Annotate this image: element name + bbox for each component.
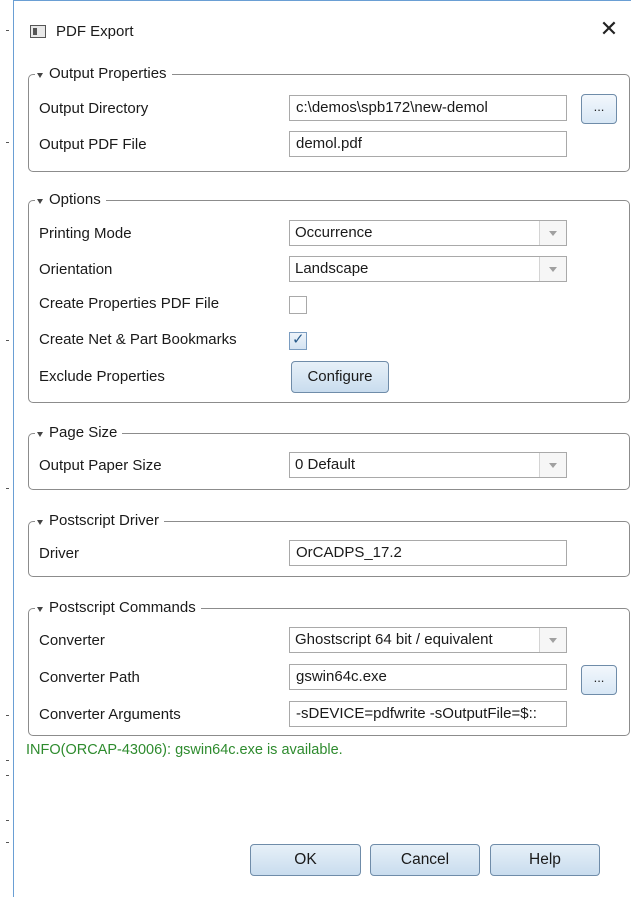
- options-legend[interactable]: Options: [35, 191, 106, 209]
- converter-select[interactable]: Ghostscript 64 bit / equivalent: [289, 627, 567, 653]
- collapse-triangle-icon[interactable]: [37, 198, 43, 204]
- output-pdf-input[interactable]: demol.pdf: [289, 131, 567, 157]
- checkmark-icon: ✓: [292, 330, 305, 348]
- title-bar[interactable]: PDF Export ✕: [14, 1, 631, 57]
- chevron-down-icon: [549, 231, 557, 236]
- postscript-driver-group: Postscript Driver Driver OrCADPS_17.2: [28, 512, 630, 577]
- postscript-commands-title: Postscript Commands: [49, 599, 196, 616]
- exclude-properties-label: Exclude Properties: [39, 368, 165, 385]
- help-button[interactable]: Help: [490, 844, 600, 876]
- background-tick: [6, 142, 9, 143]
- output-paper-size-value: 0 Default: [295, 456, 356, 473]
- create-bookmarks-checkbox[interactable]: ✓: [289, 330, 307, 350]
- output-paper-size-label: Output Paper Size: [39, 457, 162, 474]
- output-pdf-label: Output PDF File: [39, 136, 147, 153]
- page-size-legend[interactable]: Page Size: [35, 424, 123, 442]
- page-size-group: Page Size Output Paper Size 0 Default: [28, 424, 630, 490]
- output-properties-title: Output Properties: [49, 65, 167, 82]
- background-tick: [6, 820, 9, 821]
- background-tick: [6, 842, 9, 843]
- printing-mode-dropdown-button[interactable]: [539, 221, 566, 245]
- printing-mode-label: Printing Mode: [39, 225, 132, 242]
- output-properties-legend[interactable]: Output Properties: [35, 65, 172, 83]
- background-tick: [6, 30, 9, 31]
- converter-label: Converter: [39, 632, 105, 649]
- output-directory-input[interactable]: c:\demos\spb172\new-demol: [289, 95, 567, 121]
- background-tick: [6, 760, 9, 761]
- converter-path-label: Converter Path: [39, 669, 140, 686]
- create-properties-pdf-checkbox[interactable]: [289, 296, 307, 314]
- driver-input[interactable]: OrCADPS_17.2: [289, 540, 567, 566]
- collapse-triangle-icon[interactable]: [37, 519, 43, 525]
- postscript-driver-title: Postscript Driver: [49, 512, 160, 529]
- configure-button[interactable]: Configure: [291, 361, 389, 393]
- orientation-value: Landscape: [295, 260, 369, 277]
- chevron-down-icon: [549, 638, 557, 643]
- cancel-button[interactable]: Cancel: [370, 844, 480, 876]
- background-tick: [6, 775, 9, 776]
- postscript-commands-legend[interactable]: Postscript Commands: [35, 599, 201, 617]
- ok-button[interactable]: OK: [250, 844, 361, 876]
- output-paper-size-select[interactable]: 0 Default: [289, 452, 567, 478]
- options-title: Options: [49, 191, 101, 208]
- collapse-triangle-icon[interactable]: [37, 606, 43, 612]
- pdf-export-window-icon: [30, 25, 46, 38]
- page: PDF Export ✕ Output Properties Output Di…: [0, 0, 631, 897]
- chevron-down-icon: [549, 463, 557, 468]
- close-icon[interactable]: ✕: [597, 18, 621, 42]
- collapse-triangle-icon[interactable]: [37, 72, 43, 78]
- window-title: PDF Export: [56, 23, 134, 40]
- converter-value: Ghostscript 64 bit / equivalent: [295, 631, 493, 648]
- output-directory-label: Output Directory: [39, 100, 149, 117]
- converter-path-input[interactable]: gswin64c.exe: [289, 664, 567, 690]
- collapse-triangle-icon[interactable]: [37, 431, 43, 437]
- postscript-commands-group: Postscript Commands Converter Ghostscrip…: [28, 599, 630, 736]
- create-properties-pdf-label: Create Properties PDF File: [39, 295, 220, 312]
- converter-path-browse-button[interactable]: ...: [581, 665, 617, 695]
- postscript-driver-legend[interactable]: Postscript Driver: [35, 512, 165, 530]
- orientation-label: Orientation: [39, 261, 113, 278]
- page-size-title: Page Size: [49, 424, 118, 441]
- background-tick: [6, 715, 9, 716]
- driver-label: Driver: [39, 545, 79, 562]
- options-group: Options Printing Mode Occurrence Orienta…: [28, 191, 630, 403]
- output-properties-group: Output Properties Output Directory c:\de…: [28, 65, 630, 172]
- status-info-message: INFO(ORCAP-43006): gswin64c.exe is avail…: [26, 742, 343, 758]
- converter-dropdown-button[interactable]: [539, 628, 566, 652]
- orientation-dropdown-button[interactable]: [539, 257, 566, 281]
- background-window-edge: [0, 0, 13, 897]
- printing-mode-select[interactable]: Occurrence: [289, 220, 567, 246]
- printing-mode-value: Occurrence: [295, 224, 373, 241]
- output-directory-browse-button[interactable]: ...: [581, 94, 617, 124]
- background-tick: [6, 488, 9, 489]
- chevron-down-icon: [549, 267, 557, 272]
- output-paper-size-dropdown-button[interactable]: [539, 453, 566, 477]
- create-bookmarks-label: Create Net & Part Bookmarks: [39, 331, 237, 348]
- converter-arguments-label: Converter Arguments: [39, 706, 181, 723]
- converter-arguments-input[interactable]: -sDEVICE=pdfwrite -sOutputFile=$::: [289, 701, 567, 727]
- pdf-export-dialog: PDF Export ✕ Output Properties Output Di…: [13, 0, 631, 897]
- orientation-select[interactable]: Landscape: [289, 256, 567, 282]
- background-tick: [6, 340, 9, 341]
